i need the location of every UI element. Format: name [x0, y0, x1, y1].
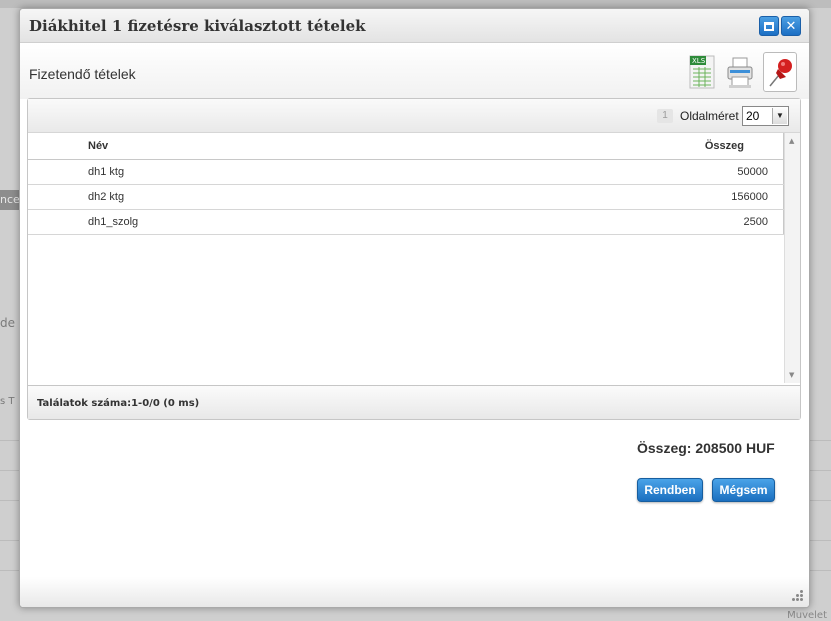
row-name: dh2 ktg [28, 184, 468, 210]
column-header-amount[interactable]: Összeg [467, 133, 784, 160]
background-tab-text: nce [0, 193, 20, 206]
vertical-scrollbar[interactable]: ▲ ▼ [784, 133, 800, 383]
xls-text: XLS [692, 57, 706, 65]
background-text-fragment-2: s T [0, 396, 15, 407]
cancel-button[interactable]: Mégsem [712, 478, 775, 502]
items-grid: 1 Oldalméret 20 ▼ Név Összeg dh1 ktg 500… [27, 98, 801, 420]
excel-export-icon: XLS [689, 55, 715, 89]
row-amount: 156000 [467, 184, 784, 210]
row-name: dh1 ktg [28, 159, 468, 185]
section-bar: Fizetendő tételek XLS [20, 43, 809, 99]
modal-dialog: Diákhitel 1 fizetésre kiválasztott tétel… [19, 8, 810, 608]
items-table: Név Összeg dh1 ktg 50000 dh2 ktg 156000 [28, 133, 784, 235]
grid-footer: Találatok száma:1-0/0 (0 ms) [28, 385, 800, 419]
table-header-row: Név Összeg [28, 133, 784, 160]
total-amount: Összeg: 208500 HUF [637, 440, 775, 456]
print-button[interactable] [723, 52, 757, 92]
page-size-value: 20 [746, 109, 760, 123]
row-amount: 2500 [467, 209, 784, 235]
page-size-label: Oldalméret [680, 109, 739, 123]
background-text-fragment: de [0, 316, 15, 330]
maximize-button[interactable] [759, 16, 779, 36]
dialog-footer [20, 577, 809, 607]
chevron-down-icon[interactable]: ▼ [772, 108, 787, 124]
row-name: dh1_szolg [28, 209, 468, 235]
background-tab-fragment: nce [0, 190, 20, 210]
maximize-icon [764, 21, 774, 31]
page-size-select[interactable]: 20 ▼ [742, 106, 789, 126]
table-row[interactable]: dh1 ktg 50000 [28, 159, 784, 185]
scroll-up-icon[interactable]: ▲ [789, 137, 794, 145]
grid-body: Név Összeg dh1 ktg 50000 dh2 ktg 156000 [28, 133, 800, 385]
row-amount: 50000 [467, 159, 784, 185]
section-title: Fizetendő tételek [29, 66, 136, 82]
pin-button[interactable] [763, 52, 797, 92]
close-icon: ✕ [785, 18, 797, 34]
dialog-header[interactable]: Diákhitel 1 fizetésre kiválasztott tétel… [20, 9, 809, 43]
table-frame: Név Összeg dh1 ktg 50000 dh2 ktg 156000 [28, 133, 784, 235]
column-header-name[interactable]: Név [28, 133, 468, 160]
excel-export-button[interactable]: XLS [685, 52, 719, 92]
table-row[interactable]: dh2 ktg 156000 [28, 184, 784, 210]
scroll-down-icon[interactable]: ▼ [789, 371, 794, 379]
pushpin-icon [769, 59, 792, 87]
grid-toolbar: 1 Oldalméret 20 ▼ [28, 99, 800, 133]
table-row[interactable]: dh1_szolg 2500 [28, 209, 784, 235]
background-muvelet-label: Muvelet [787, 610, 827, 621]
printer-icon [727, 57, 753, 88]
close-button[interactable]: ✕ [781, 16, 801, 36]
page-number[interactable]: 1 [657, 109, 673, 123]
background-menu-bar [0, 0, 831, 8]
resize-grip-icon[interactable] [791, 589, 803, 601]
dialog-title: Diákhitel 1 fizetésre kiválasztott tétel… [29, 17, 366, 35]
result-count: Találatok száma:1-0/0 (0 ms) [37, 398, 200, 409]
ok-button[interactable]: Rendben [637, 478, 703, 502]
